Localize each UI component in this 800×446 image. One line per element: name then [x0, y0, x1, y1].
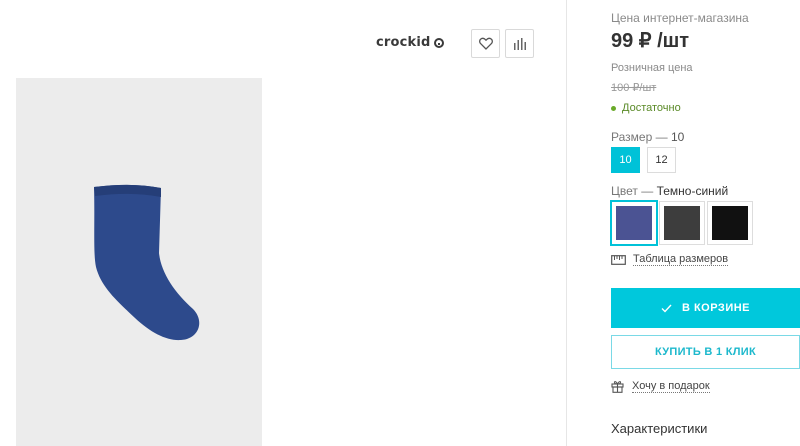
- size-table-label: Таблица размеров: [633, 253, 729, 266]
- size-option-12[interactable]: 12: [647, 147, 676, 173]
- in-cart-label: В КОРЗИНЕ: [681, 302, 751, 314]
- color-selected-value: Темно-синий: [656, 184, 729, 198]
- color-swatch-dark-blue[interactable]: [610, 200, 658, 246]
- brand-logo-text: crockid: [376, 35, 431, 50]
- swatch-fill: [616, 206, 652, 240]
- sock-image: [94, 184, 200, 341]
- stock-status: Достаточно: [611, 102, 681, 114]
- ruler-icon: [611, 254, 626, 265]
- brand-logo-mark-icon: [433, 37, 444, 48]
- compare-button[interactable]: [505, 29, 534, 58]
- size-label-dash: —: [655, 130, 668, 144]
- brand-logo[interactable]: crockid: [376, 35, 444, 50]
- specs-heading[interactable]: Характеристики: [611, 421, 707, 436]
- heart-icon: [478, 37, 493, 50]
- retail-price-label: Розничная цена: [611, 62, 693, 74]
- size-label-text: Размер: [611, 130, 653, 144]
- size-label: Размер — 10: [611, 130, 684, 144]
- color-swatch-black[interactable]: [707, 201, 753, 245]
- stock-status-text: Достаточно: [622, 102, 681, 114]
- add-to-favorites-button[interactable]: [471, 29, 500, 58]
- product-gallery-panel: crockid: [0, 0, 566, 446]
- color-label-dash: —: [641, 184, 654, 198]
- product-photo[interactable]: [16, 78, 262, 446]
- color-label-text: Цвет: [611, 184, 638, 198]
- gift-icon: [611, 381, 624, 393]
- swatch-fill: [664, 206, 700, 240]
- buy-one-click-button[interactable]: КУПИТЬ В 1 КЛИК: [611, 335, 800, 369]
- retail-price: 100 ₽/шт: [611, 82, 657, 94]
- compare-bars-icon: [514, 37, 526, 50]
- size-table-link[interactable]: Таблица размеров: [611, 253, 729, 266]
- web-price-label: Цена интернет-магазина: [611, 11, 749, 25]
- size-selected-value: 10: [670, 130, 685, 144]
- color-label: Цвет — Темно-синий: [611, 184, 728, 198]
- wish-gift-label: Хочу в подарок: [632, 380, 710, 393]
- in-cart-button[interactable]: В КОРЗИНЕ: [611, 288, 800, 328]
- wish-gift-link[interactable]: Хочу в подарок: [611, 380, 710, 393]
- stock-dot-icon: [611, 105, 616, 111]
- checkmark-icon: [661, 304, 672, 313]
- web-price: 99 ₽ /шт: [611, 30, 690, 52]
- color-swatch-dark-gray[interactable]: [659, 201, 705, 245]
- product-info-panel: Цена интернет-магазина 99 ₽ /шт Рознична…: [567, 0, 800, 446]
- swatch-fill: [712, 206, 748, 240]
- size-option-10[interactable]: 10: [611, 147, 640, 173]
